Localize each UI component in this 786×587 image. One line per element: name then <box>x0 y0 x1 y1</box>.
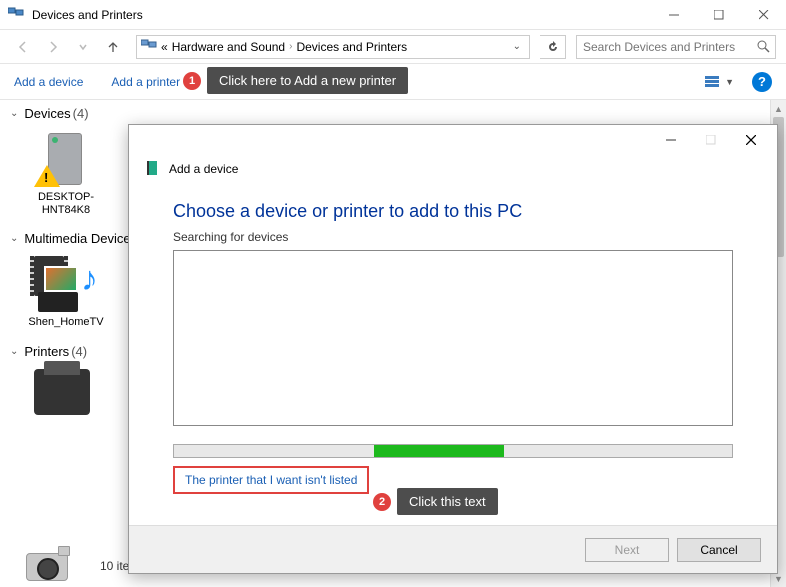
help-button[interactable]: ? <box>752 72 772 92</box>
group-devices-header[interactable]: ⌄ Devices (4) <box>0 100 786 127</box>
app-icon <box>8 6 24 23</box>
dialog-footer: Next Cancel <box>129 525 777 573</box>
chevron-down-icon: ⌄ <box>10 346 18 357</box>
dialog-minimize-button[interactable] <box>651 126 691 154</box>
view-icon <box>705 76 721 88</box>
view-button[interactable]: ▼ <box>705 76 734 88</box>
add-printer-link[interactable]: Add a printer <box>111 75 180 89</box>
group-printers-count: (4) <box>71 344 87 359</box>
callout-2-badge: 2 <box>373 493 391 511</box>
device-list[interactable] <box>173 250 733 426</box>
callout-2: 2 Click this text <box>373 488 498 515</box>
add-device-icon <box>145 161 161 177</box>
back-button[interactable] <box>10 34 36 60</box>
address-bar[interactable]: « Hardware and Sound › Devices and Print… <box>136 35 530 59</box>
printer-not-listed-text: The printer that I want isn't listed <box>185 473 357 487</box>
callout-1-text: Click here to Add a new printer <box>207 67 408 94</box>
chevron-down-icon: ⌄ <box>10 233 18 244</box>
dialog-title: Choose a device or printer to add to thi… <box>173 201 733 222</box>
dialog-close-button[interactable] <box>731 126 771 154</box>
dialog-subtitle: Searching for devices <box>173 230 733 244</box>
chevron-right-icon: › <box>289 41 292 52</box>
breadcrumb-devices[interactable]: Devices and Printers <box>296 40 407 54</box>
address-dropdown-icon[interactable]: ⌄ <box>509 41 525 52</box>
device-label: DESKTOP-HNT84K8 <box>18 191 114 217</box>
selection-icon <box>26 553 68 581</box>
chevron-down-icon: ⌄ <box>10 108 18 119</box>
recent-button[interactable] <box>70 34 96 60</box>
device-shen[interactable]: ♪ Shen_HomeTV <box>18 256 114 329</box>
device-label: Shen_HomeTV <box>18 316 114 329</box>
refresh-button[interactable] <box>540 35 566 59</box>
next-button: Next <box>585 538 669 562</box>
window-title: Devices and Printers <box>32 8 143 22</box>
window-titlebar: Devices and Printers <box>0 0 786 30</box>
group-devices-count: (4) <box>73 106 89 121</box>
add-device-link[interactable]: Add a device <box>14 75 83 89</box>
search-icon[interactable] <box>751 40 775 53</box>
search-box[interactable] <box>576 35 776 59</box>
callout-2-text: Click this text <box>397 488 498 515</box>
maximize-button[interactable] <box>696 0 741 30</box>
printer-not-listed-link[interactable]: The printer that I want isn't listed <box>173 466 369 494</box>
dialog-titlebar <box>129 125 777 155</box>
scroll-up-icon[interactable]: ▲ <box>771 100 786 117</box>
cancel-button[interactable]: Cancel <box>677 538 761 562</box>
callout-1-badge: 1 <box>183 72 201 90</box>
callout-1: 1 Click here to Add a new printer <box>183 67 408 94</box>
chevron-down-icon: ▼ <box>725 77 734 87</box>
dialog-maximize-button <box>691 126 731 154</box>
device-desktop[interactable]: DESKTOP-HNT84K8 <box>18 131 114 217</box>
minimize-button[interactable] <box>651 0 696 30</box>
breadcrumb-hardware[interactable]: Hardware and Sound <box>172 40 285 54</box>
nav-row: « Hardware and Sound › Devices and Print… <box>0 30 786 64</box>
devices-icon <box>141 39 157 54</box>
breadcrumb-prefix: « <box>161 40 168 54</box>
group-multimedia-label: Multimedia Devices <box>24 231 137 246</box>
dialog-header-text: Add a device <box>169 162 238 176</box>
progress-bar <box>173 444 733 458</box>
forward-button[interactable] <box>40 34 66 60</box>
close-button[interactable] <box>741 0 786 30</box>
dialog-header: Add a device <box>129 155 777 181</box>
group-printers-label: Printers <box>24 344 69 359</box>
search-input[interactable] <box>577 40 751 54</box>
group-devices-label: Devices <box>24 106 70 121</box>
device-printer[interactable] <box>18 369 114 429</box>
up-button[interactable] <box>100 34 126 60</box>
